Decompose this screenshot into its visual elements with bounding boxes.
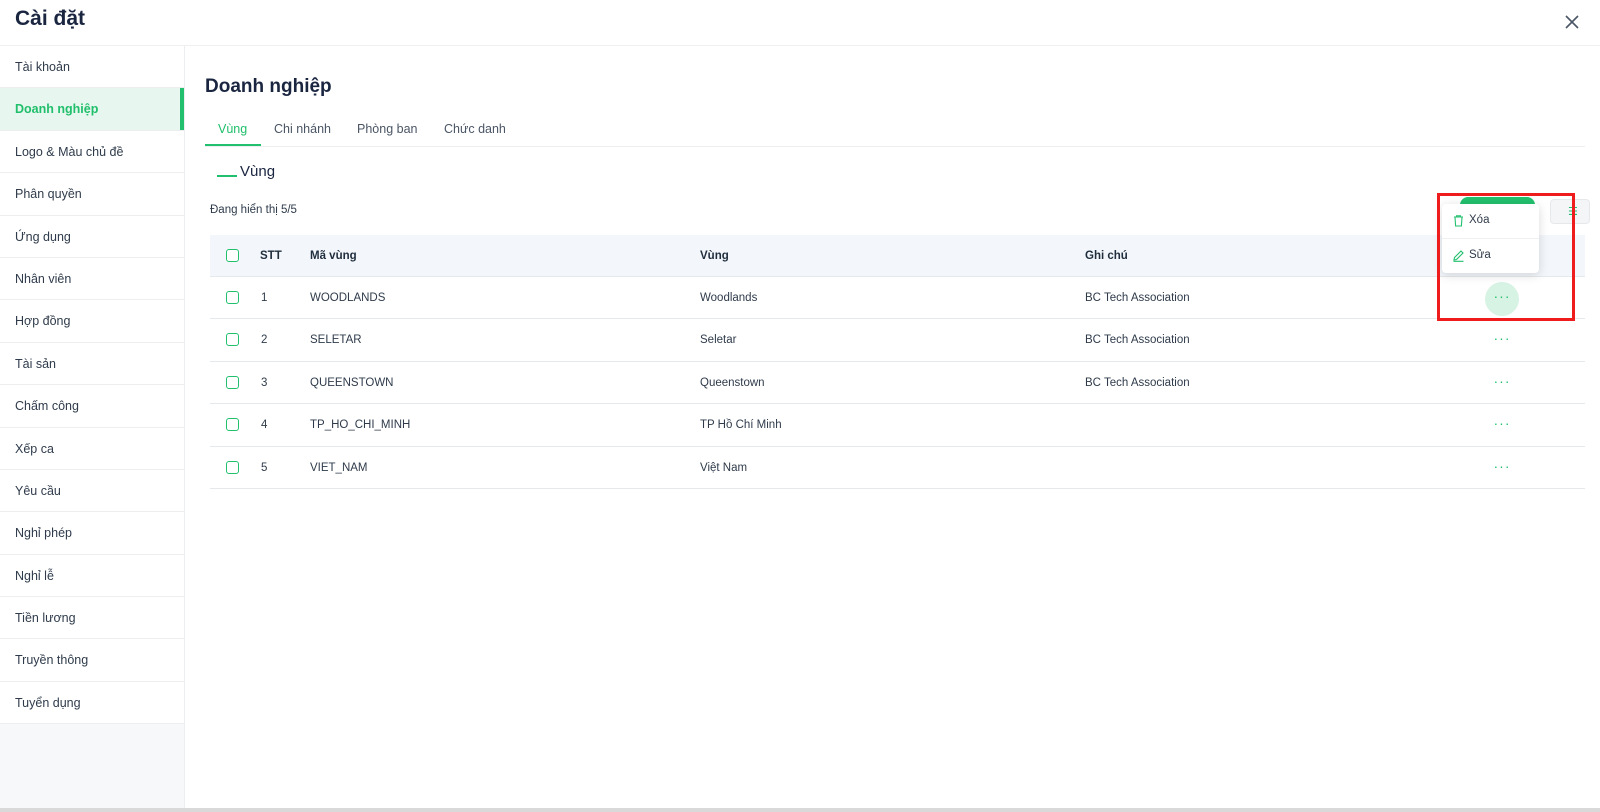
row-note: BC Tech Association — [1085, 376, 1190, 389]
row-note: BC Tech Association — [1085, 334, 1190, 347]
row-actions-button[interactable]: ··· — [1485, 404, 1519, 442]
sidebar-item-nghi-phep[interactable]: Nghỉ phép — [0, 512, 184, 555]
table-header: STT Mã vùng Vùng Ghi chú — [210, 235, 1585, 277]
row-checkbox[interactable] — [226, 333, 239, 347]
regions-table: STT Mã vùng Vùng Ghi chú 1 WOODLANDS Woo… — [210, 235, 1585, 489]
sidebar-item-logo-mau-chu-de[interactable]: Logo & Màu chủ đề — [0, 130, 184, 174]
sidebar-item-ung-dung[interactable]: Ứng dụng — [0, 215, 184, 258]
row-stt: 1 — [261, 292, 268, 304]
header-stt: STT — [260, 250, 282, 262]
settings-sidebar: Tài khoản Doanh nghiệp Logo & Màu chủ đề… — [0, 46, 185, 808]
header-vung: Vùng — [700, 250, 729, 262]
row-region: Woodlands — [700, 292, 758, 304]
row-stt: 5 — [261, 461, 268, 474]
column-settings-button[interactable]: ☰ — [1550, 199, 1590, 224]
trash-icon — [1454, 215, 1463, 227]
close-icon — [1565, 15, 1579, 29]
select-all-checkbox[interactable] — [226, 249, 239, 262]
header-ma-vung: Mã vùng — [310, 250, 357, 262]
row-code: QUEENSTOWN — [310, 376, 394, 389]
record-count: Đang hiển thị 5/5 — [210, 204, 297, 216]
table-row: 3 QUEENSTOWN Queenstown BC Tech Associat… — [210, 361, 1585, 405]
row-region: Việt Nam — [700, 461, 748, 474]
row-code: VIET_NAM — [310, 461, 368, 474]
row-stt: 4 — [261, 419, 268, 432]
row-checkbox[interactable] — [226, 460, 239, 474]
sidebar-item-tai-san[interactable]: Tài sản — [0, 342, 184, 386]
close-button[interactable] — [1560, 10, 1584, 34]
sidebar-item-tai-khoan[interactable]: Tài khoản — [0, 46, 184, 89]
sidebar-item-nhan-vien[interactable]: Nhân viên — [0, 257, 184, 301]
tab-vung[interactable]: Vùng — [218, 122, 247, 136]
header-ghi-chu: Ghi chú — [1085, 250, 1128, 262]
active-tab-indicator — [205, 144, 261, 146]
row-region: Queenstown — [700, 376, 765, 389]
settings-modal: Cài đặt Tài khoản Doanh nghiệp Logo & Mà… — [0, 0, 1600, 808]
sidebar-item-truyen-thong[interactable]: Truyền thông — [0, 639, 184, 682]
modal-title: Cài đặt — [15, 7, 86, 30]
row-checkbox[interactable] — [226, 291, 239, 304]
modal-header: Cài đặt — [0, 0, 1600, 46]
sidebar-item-doanh-nghiep[interactable]: Doanh nghiệp — [0, 88, 184, 131]
row-note: BC Tech Association — [1085, 292, 1190, 304]
row-checkbox[interactable] — [226, 418, 239, 432]
menu-item-edit[interactable]: Sửa — [1442, 239, 1539, 273]
row-region: TP Hồ Chí Minh — [700, 419, 782, 432]
table-row: 1 WOODLANDS Woodlands BC Tech Associatio… — [210, 277, 1585, 320]
row-code: WOODLANDS — [310, 292, 386, 304]
menu-item-delete[interactable]: Xóa — [1442, 204, 1539, 238]
row-actions-menu: Xóa Sửa — [1442, 204, 1539, 273]
sidebar-item-cham-cong[interactable]: Chấm công — [0, 385, 184, 428]
section-title-accent — [217, 175, 237, 178]
menu-item-delete-label: Xóa — [1469, 214, 1490, 226]
row-stt: 3 — [261, 376, 268, 389]
row-actions-button[interactable]: ··· — [1485, 282, 1519, 316]
menu-item-edit-label: Sửa — [1469, 249, 1491, 261]
pencil-icon — [1453, 250, 1464, 262]
section-title: Vùng — [217, 163, 275, 180]
page-title: Doanh nghiệp — [205, 76, 332, 97]
row-actions-button[interactable]: ··· — [1485, 447, 1519, 485]
sidebar-item-xep-ca[interactable]: Xếp ca — [0, 427, 184, 470]
sidebar-item-tuyen-dung[interactable]: Tuyển dụng — [0, 681, 184, 725]
sidebar-item-tien-luong[interactable]: Tiền lương — [0, 597, 184, 640]
tab-chuc-danh[interactable]: Chức danh — [444, 122, 506, 136]
tab-chi-nhanh[interactable]: Chi nhánh — [274, 122, 331, 136]
table-row: 5 VIET_NAM Việt Nam ··· — [210, 446, 1585, 489]
row-stt: 2 — [261, 334, 268, 347]
tab-phong-ban[interactable]: Phòng ban — [357, 122, 417, 136]
table-row: 2 SELETAR Seletar BC Tech Association ··… — [210, 319, 1585, 362]
sidebar-item-phan-quyen[interactable]: Phân quyền — [0, 173, 184, 216]
row-actions-button[interactable]: ··· — [1485, 362, 1519, 400]
sidebar-item-hop-dong[interactable]: Hợp đồng — [0, 300, 184, 343]
sidebar-item-nghi-le[interactable]: Nghỉ lễ — [0, 554, 184, 598]
row-checkbox[interactable] — [226, 375, 239, 389]
row-region: Seletar — [700, 334, 737, 347]
row-code: SELETAR — [310, 334, 362, 347]
sidebar-item-yeu-cau[interactable]: Yêu cầu — [0, 469, 184, 513]
row-code: TP_HO_CHI_MINH — [310, 419, 411, 432]
section-title-text: Vùng — [240, 163, 276, 180]
table-row: 4 TP_HO_CHI_MINH TP Hồ Chí Minh ··· — [210, 404, 1585, 447]
tab-bar: Vùng Chi nhánh Phòng ban Chức danh — [205, 118, 1585, 147]
row-actions-button[interactable]: ··· — [1485, 319, 1519, 357]
menu-lines-icon: ☰ — [1568, 206, 1578, 218]
